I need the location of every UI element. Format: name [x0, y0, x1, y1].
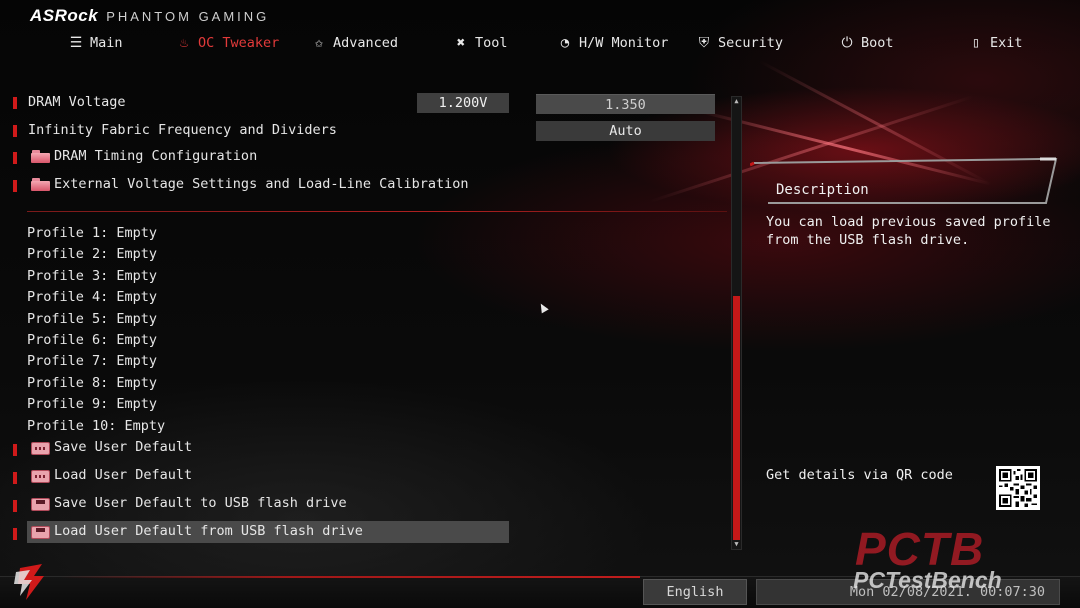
tab-main[interactable]: ☰ Main: [68, 32, 123, 54]
dram-voltage-input[interactable]: 1.350: [536, 94, 715, 114]
scrollbar-thumb[interactable]: [733, 296, 740, 540]
save-user-default-button[interactable]: Save User Default: [54, 439, 192, 455]
row-marker: [13, 528, 17, 540]
folder-icon: [31, 150, 50, 163]
infinity-fabric-label[interactable]: Infinity Fabric Frequency and Dividers: [28, 122, 337, 138]
flame-icon: ♨: [179, 35, 189, 51]
profile-item[interactable]: Profile 1: Empty: [27, 225, 157, 241]
row-marker: [13, 125, 17, 137]
qr-code-icon: [996, 466, 1040, 510]
tab-security[interactable]: ⛨ Security: [696, 32, 783, 54]
row-marker: [13, 500, 17, 512]
infinity-fabric-select[interactable]: Auto: [536, 121, 715, 141]
row-marker: [13, 180, 17, 192]
gauge-icon: ◔: [560, 35, 570, 51]
dram-voltage-label[interactable]: DRAM Voltage: [28, 94, 126, 110]
star-icon: ✩: [314, 35, 324, 51]
row-marker: [13, 97, 17, 109]
description-title: Description: [776, 182, 869, 198]
tab-advanced[interactable]: ✩ Advanced: [311, 32, 398, 54]
list-icon: ☰: [69, 35, 83, 51]
load-user-default-button[interactable]: Load User Default: [54, 467, 192, 483]
tab-main-label: Main: [90, 35, 123, 51]
profile-item[interactable]: Profile 9: Empty: [27, 396, 157, 412]
description-text: You can load previous saved profile from…: [766, 214, 1051, 248]
floppy-disk-icon: [31, 526, 50, 539]
scroll-down-arrow-icon[interactable]: ▼: [733, 541, 740, 548]
profile-item[interactable]: Profile 10: Empty: [27, 418, 165, 434]
top-navigation: ☰ Main ♨ OC Tweaker ✩ Advanced ✖ Tool ◔ …: [0, 32, 1080, 54]
row-marker: [13, 444, 17, 456]
tab-security-label: Security: [718, 35, 784, 51]
memory-icon: [31, 470, 50, 483]
external-voltage-submenu[interactable]: External Voltage Settings and Load-Line …: [54, 176, 469, 192]
tab-exit[interactable]: ▯ Exit: [968, 32, 1023, 54]
tab-oc-tweaker-label: OC Tweaker: [198, 35, 280, 51]
qr-code-label: Get details via QR code: [766, 467, 953, 483]
tab-hw-monitor-label: H/W Monitor: [579, 35, 669, 51]
row-marker: [13, 152, 17, 164]
power-icon: ⏻: [841, 35, 853, 51]
tab-hw-monitor[interactable]: ◔ H/W Monitor: [557, 32, 669, 54]
mouse-cursor-icon: [537, 301, 549, 314]
floppy-disk-icon: [31, 498, 50, 511]
phantom-gaming-logo: PHANTOM GAMING: [106, 9, 270, 24]
brand-header: ASRock PHANTOM GAMING: [30, 6, 269, 26]
profile-item[interactable]: Profile 8: Empty: [27, 375, 157, 391]
tab-advanced-label: Advanced: [333, 35, 399, 51]
memory-icon: [31, 442, 50, 455]
save-user-default-usb-button[interactable]: Save User Default to USB flash drive: [54, 495, 347, 511]
shield-icon: ⛨: [698, 35, 710, 51]
asrock-logo: ASRock: [30, 6, 99, 25]
pctestbench-watermark: PCTestBench: [853, 567, 1002, 593]
phantom-gaming-emblem-icon: [14, 564, 44, 600]
tab-exit-label: Exit: [990, 35, 1023, 51]
profile-item[interactable]: Profile 5: Empty: [27, 311, 157, 327]
profile-item[interactable]: Profile 3: Empty: [27, 268, 157, 284]
profile-item[interactable]: Profile 4: Empty: [27, 289, 157, 305]
load-user-default-usb-button[interactable]: Load User Default from USB flash drive: [54, 523, 363, 539]
profile-item[interactable]: Profile 2: Empty: [27, 246, 157, 262]
tab-boot[interactable]: ⏻ Boot: [839, 32, 894, 54]
dram-timing-submenu[interactable]: DRAM Timing Configuration: [54, 148, 257, 164]
tab-oc-tweaker[interactable]: ♨ OC Tweaker: [176, 32, 280, 54]
profile-item[interactable]: Profile 6: Empty: [27, 332, 157, 348]
profile-item[interactable]: Profile 7: Empty: [27, 353, 157, 369]
language-button[interactable]: English: [643, 579, 747, 605]
row-marker: [13, 472, 17, 484]
exit-door-icon: ▯: [971, 35, 981, 51]
section-divider: [27, 211, 727, 212]
tab-boot-label: Boot: [861, 35, 894, 51]
scroll-up-arrow-icon[interactable]: ▲: [733, 98, 740, 105]
dram-voltage-current-value: 1.200V: [417, 93, 509, 113]
folder-icon: [31, 178, 50, 191]
tab-tool-label: Tool: [475, 35, 508, 51]
tab-tool[interactable]: ✖ Tool: [453, 32, 508, 54]
wrench-icon: ✖: [456, 35, 466, 51]
footer-accent-line: [60, 576, 640, 578]
